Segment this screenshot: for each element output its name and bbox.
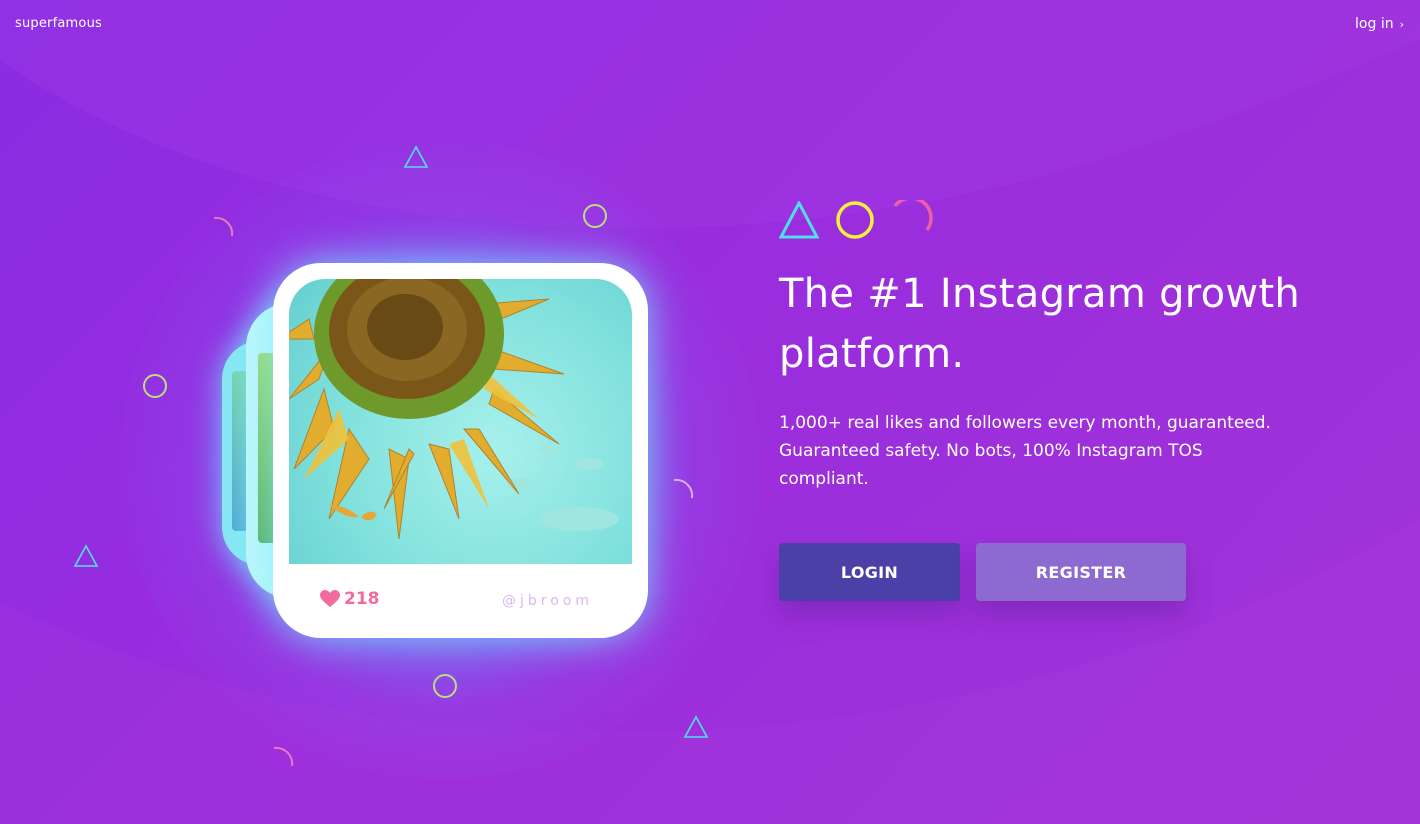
brand-logo[interactable]: superfamous	[15, 16, 102, 31]
login-button[interactable]: LOGIN	[779, 543, 960, 601]
triangle-icon	[403, 145, 429, 168]
post-card: 218 @jbroom	[273, 263, 648, 638]
circle-icon	[433, 674, 457, 698]
likes-value: 218	[344, 589, 380, 609]
circle-icon	[583, 204, 607, 228]
header-login-link[interactable]: log in ›	[1355, 16, 1404, 32]
hero-title: The #1 Instagram growth platform.	[779, 271, 1301, 377]
arc-icon	[213, 216, 234, 237]
triangle-icon	[683, 715, 709, 738]
chevron-right-icon: ›	[1399, 17, 1404, 31]
cta-buttons: LOGIN REGISTER	[779, 543, 1339, 601]
circle-icon	[143, 374, 167, 398]
hero-icons	[779, 200, 1339, 240]
post-handle[interactable]: @jbroom	[502, 593, 593, 609]
arc-icon	[893, 200, 933, 232]
like-count[interactable]: 218	[320, 589, 380, 609]
triangle-icon	[779, 201, 819, 239]
arc-icon	[673, 478, 694, 499]
circle-icon	[836, 201, 874, 239]
arc-icon	[273, 746, 294, 767]
sunflower-photo	[289, 279, 632, 564]
hero-subtitle: 1,000+ real likes and followers every mo…	[779, 413, 1271, 489]
triangle-icon	[73, 544, 99, 567]
heart-icon	[320, 590, 340, 607]
header-login-label: log in	[1355, 16, 1394, 32]
hero-section: The #1 Instagram growth platform. 1,000+…	[779, 200, 1339, 601]
register-button[interactable]: REGISTER	[976, 543, 1186, 601]
post-card-stack: 218 @jbroom	[222, 263, 652, 643]
